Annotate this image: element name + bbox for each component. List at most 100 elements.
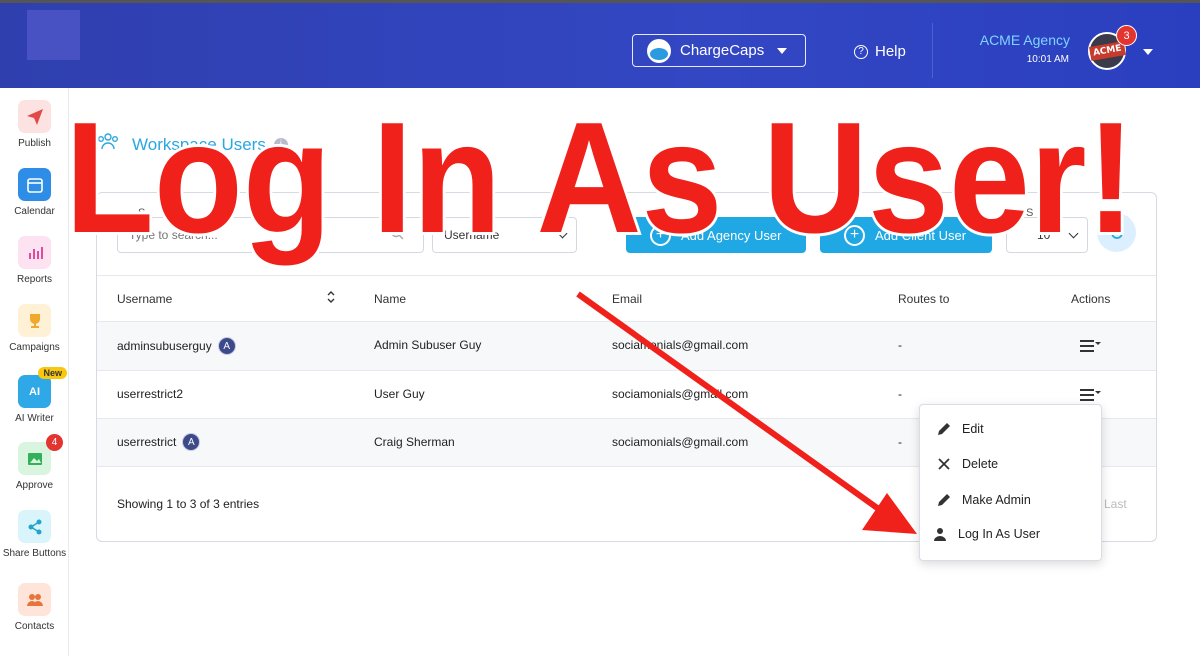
add-client-user-button[interactable]: + Add Client User (820, 217, 992, 253)
filter-column-value: Username (444, 228, 500, 242)
actions-menu-icon[interactable] (1080, 389, 1101, 404)
help-label: Help (875, 43, 906, 60)
menu-item-label: Make Admin (962, 493, 1031, 507)
username-cell: userrestrict2 (117, 387, 184, 401)
filter-column-select[interactable]: Username (432, 217, 577, 253)
people-icon (18, 583, 51, 616)
sidebar-item-publish[interactable]: Publish (0, 100, 69, 149)
sidebar-item-contacts[interactable]: Contacts (0, 583, 69, 632)
top-header: ChargeCaps ? Help ACME Agency 10:01 AM A… (0, 3, 1200, 88)
agency-name: ACME Agency (979, 32, 1070, 48)
admin-badge: A (182, 433, 201, 451)
sidebar-item-label: Approve (15, 480, 54, 491)
pencil-icon (935, 492, 953, 508)
column-header-email: Email (612, 292, 643, 306)
refresh-button[interactable] (1097, 213, 1136, 252)
sidebar-item-campaigns[interactable]: Campaigns (0, 304, 69, 353)
actions-dropdown: Edit Delete Make Admin Log In As User (919, 404, 1102, 561)
refresh-icon (1110, 225, 1123, 239)
current-time: 10:01 AM (1026, 54, 1069, 65)
help-link[interactable]: ? Help (854, 43, 906, 60)
sidebar-item-share-buttons[interactable]: Share Buttons (0, 510, 69, 559)
sidebar-item-approve[interactable]: 4 Approve (0, 434, 69, 491)
sidebar-item-label: Calendar (14, 206, 55, 217)
sidebar-item-label: Share Buttons (2, 548, 67, 559)
menu-item-delete[interactable]: Delete (935, 457, 998, 471)
account-caret-icon[interactable] (1143, 49, 1153, 55)
plus-circle-icon: + (844, 224, 865, 246)
sidebar-item-ai-writer[interactable]: AI New AI Writer (0, 367, 69, 424)
per-page-value: 10 (1037, 228, 1051, 242)
chevron-down-icon (557, 228, 568, 239)
name-cell: User Guy (374, 387, 425, 401)
table-header: Username Name Email Routes to Actions (97, 275, 1156, 321)
actions-menu-icon[interactable] (1080, 340, 1101, 355)
sidebar-item-label: AI Writer (15, 413, 54, 424)
sidebar-item-label: Publish (18, 138, 51, 149)
image-check-icon: 4 (18, 434, 63, 475)
pencil-icon (935, 421, 953, 437)
pagination-last[interactable]: Last (1104, 497, 1127, 511)
sort-icon[interactable] (326, 290, 336, 307)
users-group-icon (96, 132, 120, 157)
column-header-username[interactable]: Username (117, 292, 172, 306)
bar-chart-icon (18, 236, 51, 269)
username: adminsubuserguy (117, 339, 212, 353)
menu-item-label: Delete (962, 457, 999, 471)
email-cell: sociamonials@gmail.com (612, 338, 749, 352)
sidebar-item-label: Reports (16, 274, 52, 285)
table-row: adminsubuserguy A Admin Subuser Guy soci… (97, 321, 1156, 370)
menu-item-label: Log In As User (958, 527, 1040, 541)
chargecaps-logo-icon (647, 38, 671, 63)
column-header-routes: Routes to (898, 292, 950, 306)
per-page-select[interactable]: 10 (1006, 217, 1088, 253)
new-badge: New (38, 367, 67, 379)
pagination-info: Showing 1 to 3 of 3 entries (117, 497, 260, 511)
sidebar-item-label: Contacts (14, 621, 55, 632)
menu-item-edit[interactable]: Edit (935, 421, 984, 437)
column-header-name: Name (374, 292, 407, 306)
info-icon[interactable]: i (273, 137, 288, 152)
sidebar-item-label: Campaigns (9, 342, 60, 353)
name-cell: Admin Subuser Guy (374, 338, 482, 352)
menu-item-make-admin[interactable]: Make Admin (935, 492, 1031, 508)
header-divider (932, 23, 933, 78)
sidebar-item-calendar[interactable]: Calendar (0, 168, 69, 217)
column-header-actions: Actions (1071, 292, 1111, 306)
add-agency-user-button[interactable]: + Add Agency User (626, 217, 806, 253)
email-cell: sociamonials@gmail.com (612, 435, 749, 449)
page-title-bar: Workspace Users i (96, 132, 288, 157)
trophy-icon (18, 304, 51, 337)
username-cell: adminsubuserguy A (117, 337, 236, 355)
ai-icon: AI New (18, 367, 67, 408)
sidebar: Publish Calendar Reports Campaigns AI Ne… (0, 88, 69, 656)
sidebar-item-reports[interactable]: Reports (0, 236, 69, 285)
search-icon (390, 226, 404, 243)
workspace-label: ChargeCaps (680, 42, 765, 59)
admin-badge: A (217, 337, 236, 355)
menu-item-log-in-as-user[interactable]: Log In As User (931, 527, 1040, 541)
page-title: Workspace Users (132, 134, 266, 154)
routes-cell: - (898, 338, 902, 352)
app-logo[interactable] (27, 10, 80, 60)
search-input[interactable] (117, 217, 424, 253)
name-cell: Craig Sherman (374, 435, 455, 449)
add-client-user-label: Add Client User (875, 227, 967, 243)
calendar-icon (18, 168, 51, 201)
username: userrestrict (117, 435, 177, 449)
username-cell: userrestrict A (117, 433, 201, 451)
question-icon: ? (854, 44, 868, 59)
menu-item-label: Edit (962, 422, 984, 436)
chevron-down-icon (1068, 228, 1079, 239)
plus-circle-icon: + (650, 224, 671, 246)
add-agency-user-label: Add Agency User (681, 227, 782, 243)
notification-badge: 3 (1116, 25, 1137, 46)
paper-plane-icon (18, 100, 51, 133)
user-icon (931, 527, 949, 541)
email-cell: sociamonials@gmail.com (612, 387, 749, 401)
workspace-select[interactable]: ChargeCaps (632, 34, 806, 67)
routes-cell: - (898, 387, 902, 401)
close-icon (935, 457, 953, 471)
share-icon (18, 510, 51, 543)
routes-cell: - (898, 435, 902, 449)
